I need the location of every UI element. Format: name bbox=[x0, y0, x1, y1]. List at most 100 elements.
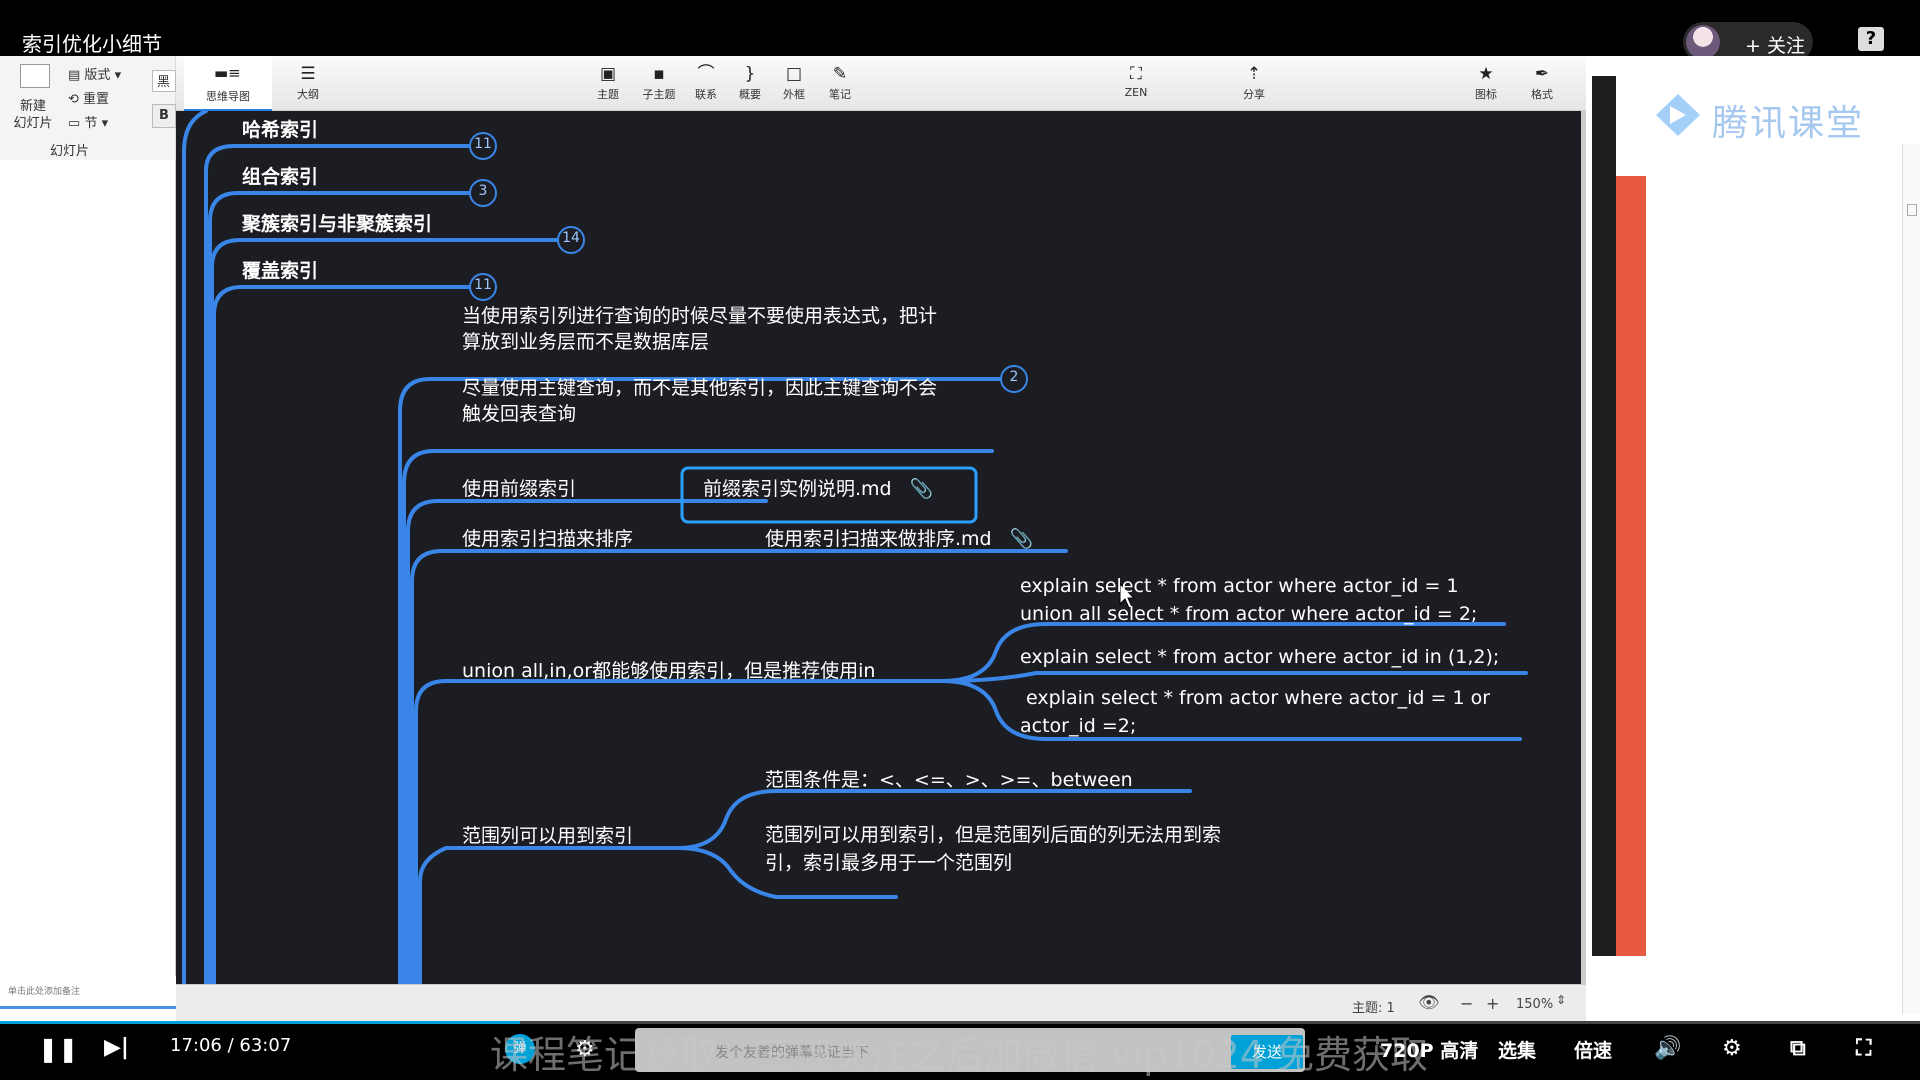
node-primary-key[interactable]: 尽量使用主键查询，而不是其他索引，因此主键查询不会 触发回表查询 bbox=[462, 375, 937, 427]
zen-label: ZEN bbox=[1124, 86, 1148, 99]
player-controls: ❚❚ ▶| 17:06 / 63:07 发个友善的弹幕见证当下 发送 弹 ⚙ 课… bbox=[0, 1021, 1920, 1080]
zen-button[interactable]: ⛶ ZEN bbox=[1116, 62, 1156, 99]
zoom-stepper-icon[interactable]: ⇕ bbox=[1556, 993, 1566, 1007]
layout-label: 版式 bbox=[84, 68, 111, 83]
time-display: 17:06 / 63:07 bbox=[170, 1035, 291, 1056]
outline-icon: ☰ bbox=[300, 64, 316, 84]
picture-in-picture-icon[interactable]: ⧉ bbox=[1790, 1036, 1806, 1061]
reset-button[interactable]: ⟲ 重置 bbox=[68, 88, 109, 107]
relationship-label: 联系 bbox=[695, 88, 717, 101]
pause-icon[interactable]: ❚❚ bbox=[38, 1035, 78, 1063]
node-prefix-index[interactable]: 使用前缀索引 bbox=[462, 474, 576, 501]
node-range-limit[interactable]: 范围列可以用到索引，但是范围列后面的列无法用到索 引，索引最多用于一个范围列 bbox=[765, 821, 1221, 877]
format-button[interactable]: ✒ 格式 bbox=[1524, 62, 1560, 102]
notes-button[interactable]: ✎ 笔记 bbox=[822, 62, 858, 102]
format-label: 格式 bbox=[1531, 88, 1553, 101]
time-separator: / bbox=[227, 1035, 240, 1056]
relationship-button[interactable]: ⌒ 联系 bbox=[688, 62, 724, 102]
node-union-in-or[interactable]: union all,in,or都能够使用索引，但是推荐使用in bbox=[462, 656, 875, 683]
bubble-clustered-count: 14 bbox=[562, 230, 580, 246]
node-composite-index[interactable]: 组合索引 bbox=[242, 162, 318, 189]
ppt-ribbon: 新建 幻灯片 ▤ 版式 ▾ ⟲ 重置 ▭ 节 ▾ 幻灯片 黑 B bbox=[0, 56, 176, 160]
branch-range bbox=[418, 846, 680, 984]
video-player: 索引优化小细节 + 关注 ? 新建 幻灯片 ▤ 版式 ▾ ⟲ 重置 ▭ 节 ▾ … bbox=[0, 0, 1920, 1080]
current-time: 17:06 bbox=[170, 1035, 222, 1056]
share-button[interactable]: ⇡ 分享 bbox=[1234, 62, 1274, 102]
episodes-button[interactable]: 选集 bbox=[1498, 1036, 1536, 1063]
node-covering-index[interactable]: 覆盖索引 bbox=[242, 256, 318, 283]
xmind-status-bar: 主题: 1 👁 − + 150% ⇕ bbox=[176, 984, 1586, 1021]
summary-button[interactable]: } 概要 bbox=[732, 62, 768, 102]
font-box[interactable]: 黑 bbox=[152, 70, 176, 92]
format-icon: ✒ bbox=[1534, 64, 1550, 84]
zoom-in-button[interactable]: + bbox=[1486, 994, 1499, 1013]
new-slide-button[interactable]: 新建 幻灯片 bbox=[10, 98, 56, 132]
zoom-out-button[interactable]: − bbox=[1460, 994, 1473, 1013]
icons-button[interactable]: ★ 图标 bbox=[1468, 62, 1504, 102]
node-index-scan[interactable]: 使用索引扫描来排序 bbox=[462, 524, 633, 551]
recorded-desktop: 新建 幻灯片 ▤ 版式 ▾ ⟲ 重置 ▭ 节 ▾ 幻灯片 黑 B 单击此处添加备… bbox=[0, 56, 1920, 1021]
tab-mindmap[interactable]: ▬≡ 思维导图 bbox=[184, 56, 272, 111]
new-slide-icon[interactable] bbox=[20, 64, 50, 88]
bubble-expression-count: 2 bbox=[1009, 369, 1019, 385]
node-primary-key-line2: 触发回表查询 bbox=[462, 403, 577, 425]
node-range-condition[interactable]: 范围条件是：<、<=、>、>=、between bbox=[765, 765, 1133, 792]
tab-outline[interactable]: ☰ 大纲 bbox=[288, 62, 328, 102]
next-icon[interactable]: ▶| bbox=[104, 1035, 129, 1060]
topic-icon: ▣ bbox=[599, 64, 617, 84]
zoom-level[interactable]: 150% bbox=[1516, 997, 1553, 1012]
bubble-covering-count: 11 bbox=[474, 277, 492, 293]
page-scrollbar[interactable] bbox=[1902, 144, 1920, 1014]
bold-button[interactable]: B bbox=[152, 104, 176, 128]
volume-icon[interactable]: 🔊 bbox=[1654, 1036, 1681, 1061]
settings-icon[interactable]: ⚙ bbox=[1722, 1036, 1742, 1061]
uploader-avatar[interactable] bbox=[1686, 25, 1720, 59]
quality-button[interactable]: 720P 高清 bbox=[1380, 1036, 1478, 1063]
video-title: 索引优化小细节 bbox=[22, 32, 162, 56]
topic-label: 主题 bbox=[597, 88, 619, 101]
layout-button[interactable]: ▤ 版式 ▾ bbox=[68, 64, 121, 83]
node-union-example-a[interactable]: explain select * from actor where actor_… bbox=[1020, 572, 1477, 628]
section-label: 节 bbox=[84, 116, 98, 131]
notes-hint[interactable]: 单击此处添加备注 bbox=[8, 984, 80, 997]
fullscreen-icon[interactable]: ⛶ bbox=[1856, 1036, 1871, 1061]
node-no-expression-line2: 算放到业务层而不是数据库层 bbox=[462, 331, 710, 353]
bubble-hash-count: 11 bbox=[474, 136, 492, 152]
help-icon[interactable]: ? bbox=[1858, 27, 1884, 51]
node-union-example-c-line2: actor_id =2; bbox=[1020, 715, 1137, 737]
subtopic-icon: ▪ bbox=[653, 64, 665, 84]
xmind-window: ▬≡ 思维导图 ☰ 大纲 ▣ 主题 ▪ 子主题 ⌒ 联系 } 概要 □ 外框 ✎ 笔记 ⛶ Z… bbox=[176, 56, 1586, 1021]
node-union-example-c[interactable]: explain select * from actor where actor_… bbox=[1020, 684, 1490, 740]
summary-icon: } bbox=[744, 64, 756, 84]
tencent-classroom-logo: 腾讯课堂 bbox=[1712, 103, 1865, 144]
eye-icon[interactable]: 👁 bbox=[1418, 993, 1440, 1013]
ribbon-group-label: 幻灯片 bbox=[50, 144, 90, 159]
section-button[interactable]: ▭ 节 ▾ bbox=[68, 112, 108, 131]
boundary-button[interactable]: □ 外框 bbox=[776, 62, 812, 102]
scroll-thumb[interactable] bbox=[1907, 204, 1917, 216]
ppt-slide-panel[interactable] bbox=[0, 160, 176, 976]
attachment-scan-md[interactable]: 使用索引扫描来做排序.md 📎 bbox=[765, 524, 1033, 551]
topic-button[interactable]: ▣ 主题 bbox=[590, 62, 626, 102]
subtopic-button[interactable]: ▪ 子主题 bbox=[636, 62, 682, 102]
subtopic-label: 子主题 bbox=[642, 88, 676, 101]
node-union-example-b[interactable]: explain select * from actor where actor_… bbox=[1020, 646, 1499, 668]
branch-covering bbox=[212, 285, 474, 984]
attachment-prefix-md[interactable]: 前缀索引实例说明.md 📎 bbox=[703, 474, 933, 501]
node-range-limit-line2: 引，索引最多用于一个范围列 bbox=[765, 852, 1013, 874]
node-range-limit-line1: 范围列可以用到索引，但是范围列后面的列无法用到索 bbox=[765, 824, 1222, 846]
paperclip-icon: 📎 bbox=[1009, 528, 1034, 550]
mindmap-canvas[interactable]: 哈希索引 11 组合索引 3 聚簇索引与非聚簇索引 14 覆盖索引 11 当使用… bbox=[176, 111, 1581, 984]
topic-count: 主题: 1 bbox=[1352, 1001, 1395, 1016]
node-union-example-c-line1: explain select * from actor where actor_… bbox=[1020, 687, 1491, 709]
paperclip-icon: 📎 bbox=[909, 478, 934, 500]
summary-label: 概要 bbox=[739, 88, 761, 101]
relationship-icon: ⌒ bbox=[697, 64, 715, 84]
node-range-column[interactable]: 范围列可以用到索引 bbox=[462, 821, 633, 848]
node-hash-index[interactable]: 哈希索引 bbox=[242, 115, 318, 142]
node-union-example-a-line2: union all select * from actor where acto… bbox=[1020, 603, 1478, 625]
speed-button[interactable]: 倍速 bbox=[1574, 1036, 1612, 1063]
node-clustered-index[interactable]: 聚簇索引与非聚簇索引 bbox=[242, 209, 432, 236]
attachment-scan-label: 使用索引扫描来做排序.md bbox=[765, 528, 992, 550]
node-no-expression[interactable]: 当使用索引列进行查询的时候尽量不要使用表达式，把计 算放到业务层而不是数据库层 bbox=[462, 303, 937, 355]
